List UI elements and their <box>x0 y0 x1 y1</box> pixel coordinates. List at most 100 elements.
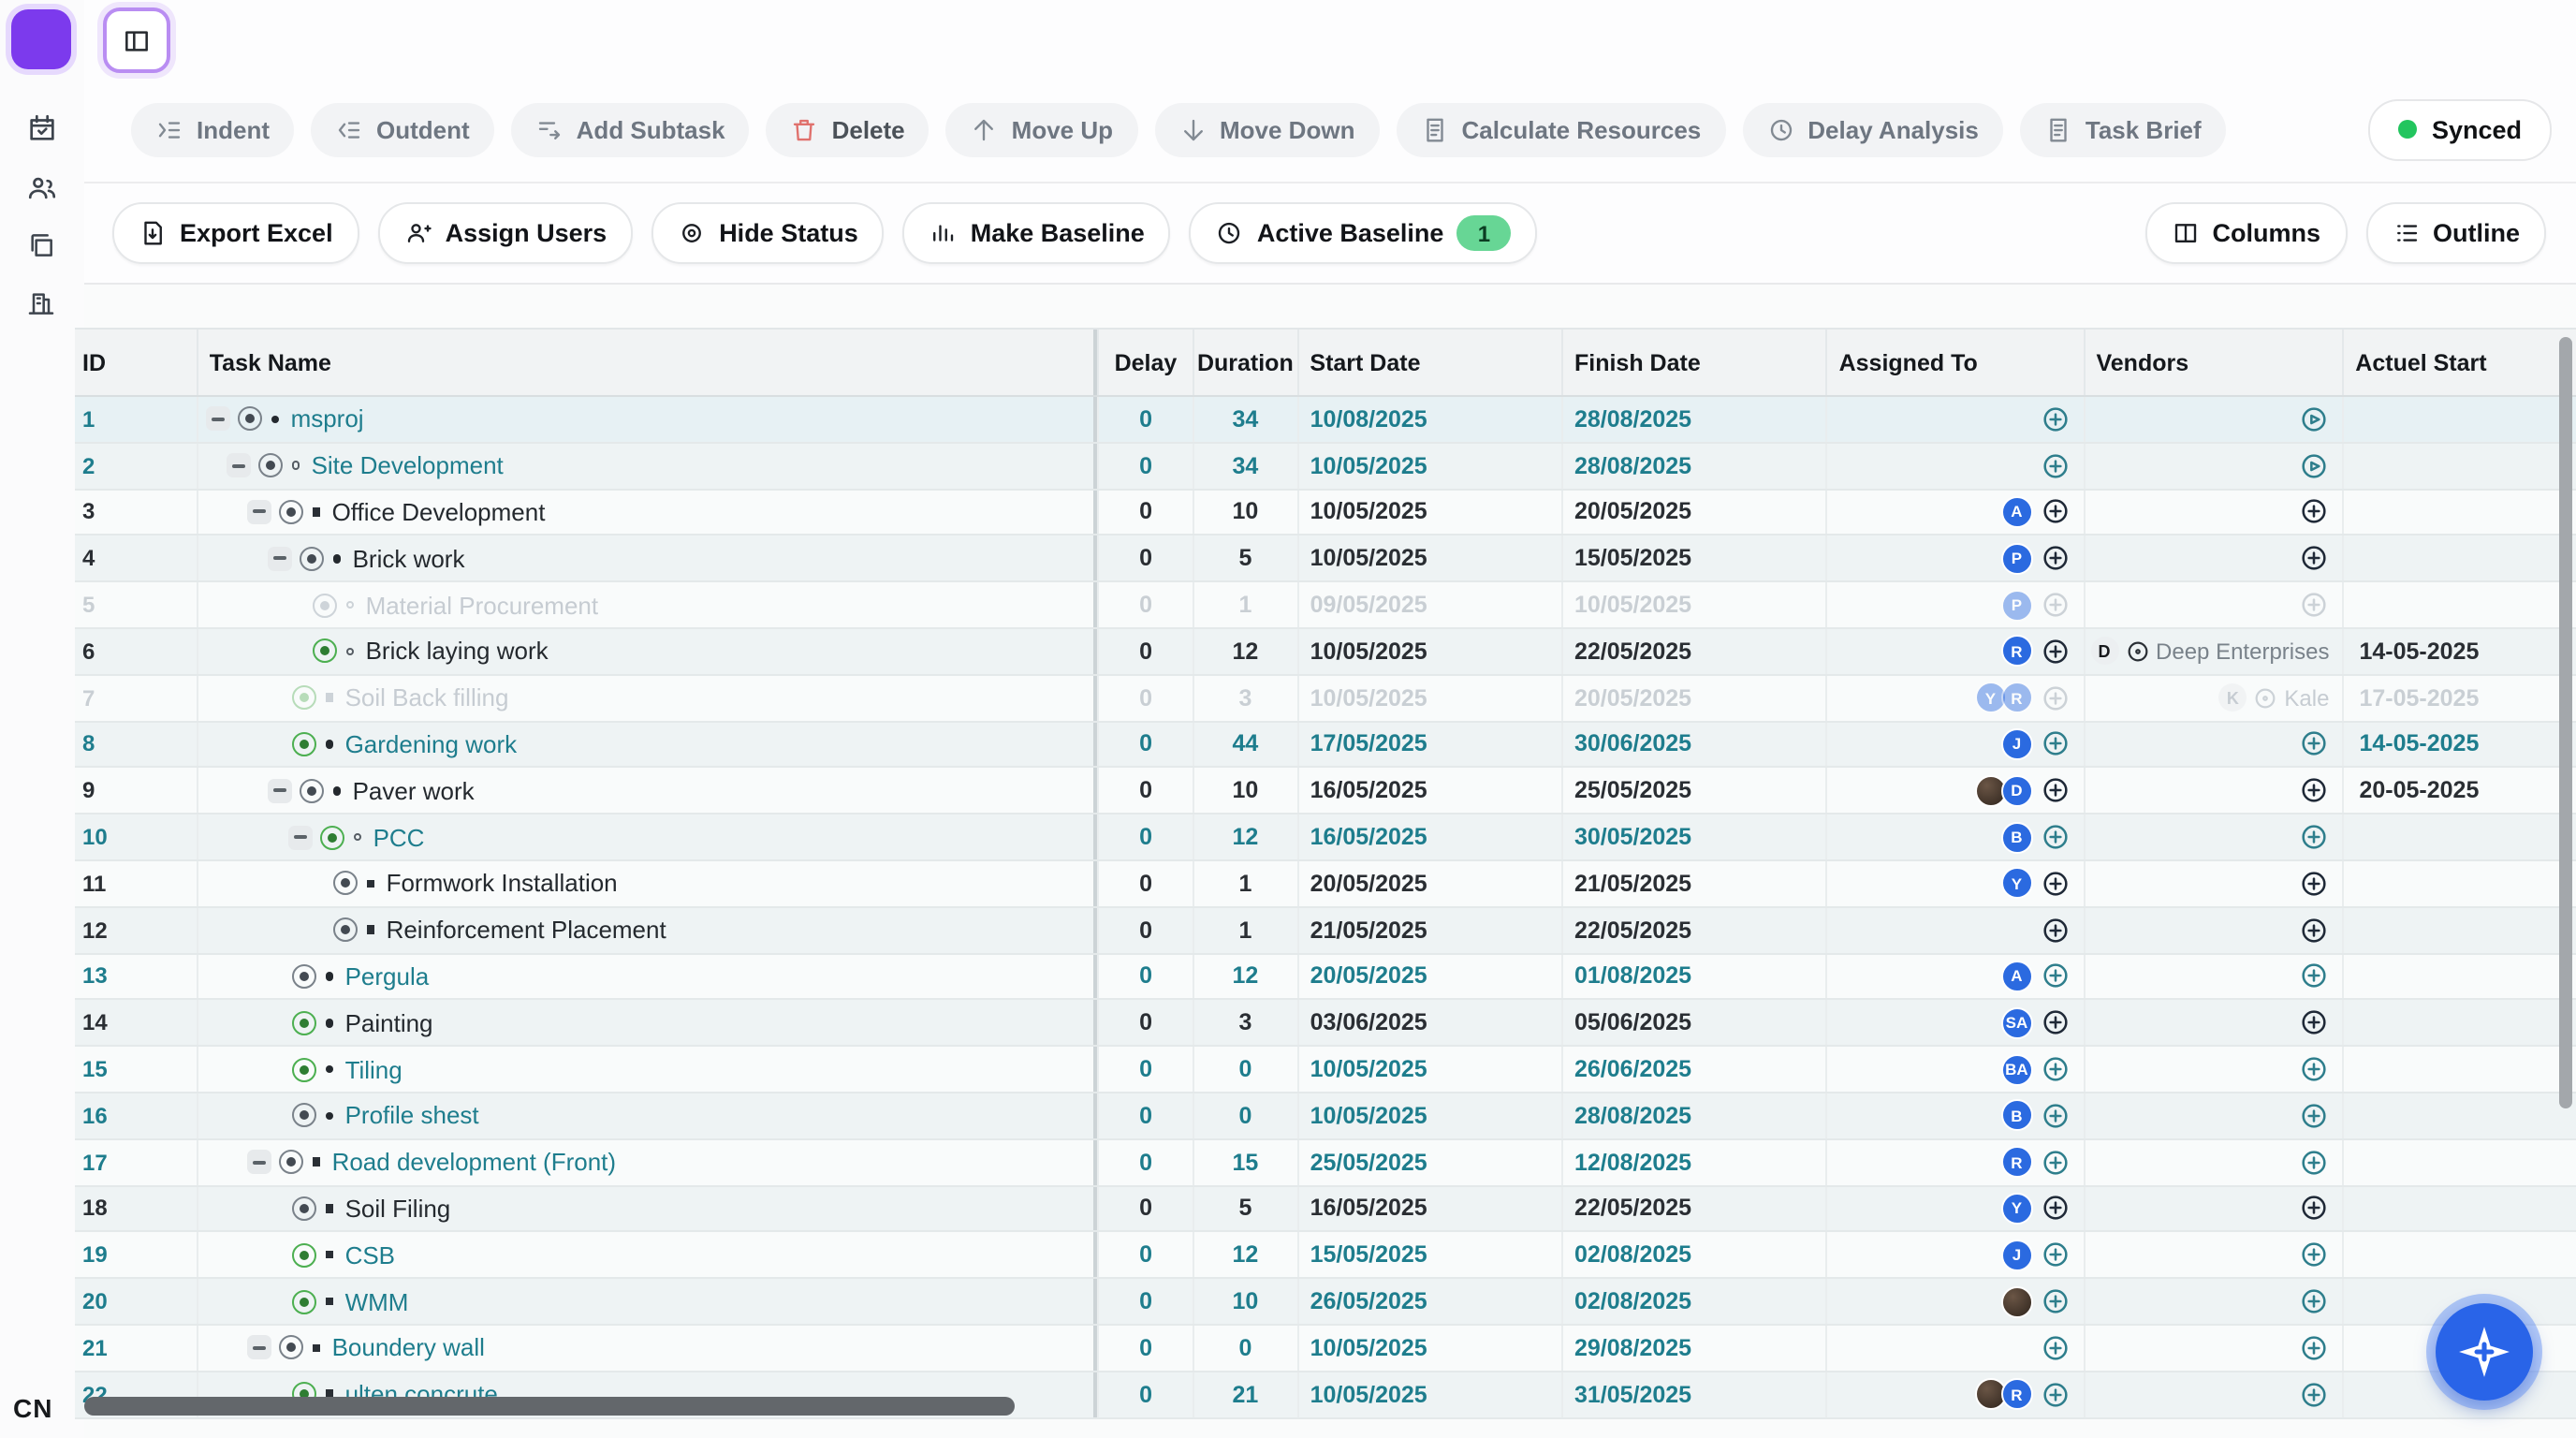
collapse-button[interactable] <box>247 1150 271 1174</box>
task-row-2[interactable]: 2Site Development03410/05/202528/08/2025 <box>75 444 2576 491</box>
assignee-avatar[interactable]: B <box>2000 1100 2032 1132</box>
finish-date-value[interactable]: 01/08/2025 <box>1563 963 1691 990</box>
finish-date-value[interactable]: 20/05/2025 <box>1563 684 1691 711</box>
start-date-value[interactable]: 10/05/2025 <box>1299 452 1427 478</box>
column-header-vendors[interactable]: Vendors <box>2083 330 2342 395</box>
collapse-button[interactable] <box>206 407 230 432</box>
vendor-chip[interactable]: KKale <box>2218 683 2329 712</box>
start-date-value[interactable]: 16/05/2025 <box>1299 1196 1427 1222</box>
add-assignee-button[interactable] <box>2040 637 2070 667</box>
task-name[interactable]: Soil Back filling <box>345 683 509 712</box>
add-assignee-button[interactable] <box>2040 1333 2070 1363</box>
org-icon[interactable] <box>22 285 60 322</box>
task-name[interactable]: Boundery wall <box>332 1334 485 1362</box>
assignee-avatar[interactable]: BA <box>2000 1053 2032 1085</box>
task-row-4[interactable]: 4Brick work0510/05/202515/05/2025P <box>75 536 2576 583</box>
assignee-avatar[interactable]: R <box>2000 1146 2032 1178</box>
add-vendor-button[interactable] <box>2299 1286 2329 1316</box>
assignee-avatar[interactable]: Y <box>2000 868 2032 900</box>
task-row-15[interactable]: 15Tiling0010/05/202526/06/2025BA <box>75 1047 2576 1093</box>
task-row-3[interactable]: 3Office Development01010/05/202520/05/20… <box>75 490 2576 536</box>
add-vendor-button[interactable] <box>2299 1101 2329 1131</box>
add-assignee-button[interactable] <box>2040 1379 2070 1409</box>
add-vendor-button[interactable] <box>2299 1333 2329 1363</box>
assignee-avatar[interactable]: R <box>2000 636 2032 668</box>
sync-status-badge[interactable]: Synced <box>2368 98 2552 160</box>
add-vendor-button[interactable] <box>2299 544 2329 574</box>
columns-button[interactable]: Columns <box>2144 202 2347 264</box>
task-name[interactable]: Tiling <box>345 1055 402 1083</box>
assignee-avatar[interactable] <box>2000 1285 2032 1317</box>
finish-date-value[interactable]: 29/08/2025 <box>1563 1335 1691 1361</box>
start-date-value[interactable]: 10/08/2025 <box>1299 406 1427 433</box>
add-vendor-button[interactable] <box>2299 1008 2329 1038</box>
status-icon[interactable] <box>300 547 324 571</box>
start-date-value[interactable]: 10/05/2025 <box>1299 546 1427 572</box>
task-name[interactable]: Site Development <box>312 451 504 479</box>
start-date-value[interactable]: 16/05/2025 <box>1299 824 1427 850</box>
start-date-value[interactable]: 10/05/2025 <box>1299 684 1427 711</box>
column-header-actuel-start[interactable]: Actuel Start <box>2342 330 2576 395</box>
finish-date-value[interactable]: 28/08/2025 <box>1563 452 1691 478</box>
task-name[interactable]: Brick laying work <box>366 638 549 666</box>
task-name[interactable]: Paver work <box>353 777 475 805</box>
start-date-value[interactable]: 25/05/2025 <box>1299 1149 1427 1175</box>
finish-date-value[interactable]: 21/05/2025 <box>1563 871 1691 897</box>
task-brief-button[interactable]: Task Brief <box>2020 102 2226 156</box>
column-header-finish-date[interactable]: Finish Date <box>1561 330 1826 395</box>
add-vendor-button[interactable] <box>2299 1240 2329 1269</box>
add-vendor-button[interactable] <box>2299 915 2329 945</box>
hide-status-button[interactable]: Hide Status <box>651 202 885 264</box>
finish-date-value[interactable]: 30/06/2025 <box>1563 731 1691 757</box>
indent-button[interactable]: Indent <box>131 102 294 156</box>
column-header-delay[interactable]: Delay <box>1098 330 1193 395</box>
active-baseline-button[interactable]: Active Baseline1 <box>1190 202 1538 264</box>
add-assignee-button[interactable] <box>2040 682 2070 712</box>
start-date-value[interactable]: 10/05/2025 <box>1299 1103 1427 1129</box>
add-assignee-button[interactable] <box>2040 1240 2070 1269</box>
status-icon[interactable] <box>300 779 324 803</box>
task-row-17[interactable]: 17Road development (Front)01525/05/20251… <box>75 1140 2576 1187</box>
make-baseline-button[interactable]: Make Baseline <box>903 202 1171 264</box>
vendor-play-button[interactable] <box>2299 450 2329 480</box>
task-row-10[interactable]: 10PCC01216/05/202530/05/2025B <box>75 814 2576 861</box>
status-icon[interactable] <box>313 639 337 664</box>
start-date-value[interactable]: 21/05/2025 <box>1299 917 1427 943</box>
finish-date-value[interactable]: 15/05/2025 <box>1563 546 1691 572</box>
collapse-button[interactable] <box>247 1336 271 1360</box>
start-date-value[interactable]: 03/06/2025 <box>1299 1010 1427 1036</box>
add-assignee-button[interactable] <box>2040 1054 2070 1084</box>
task-row-1[interactable]: 1msproj03410/08/202528/08/2025 <box>75 397 2576 444</box>
finish-date-value[interactable]: 02/08/2025 <box>1563 1241 1691 1268</box>
task-row-9[interactable]: 9Paver work01016/05/202525/05/2025D20-05… <box>75 769 2576 815</box>
move-down-button[interactable]: Move Down <box>1154 102 1379 156</box>
add-assignee-button[interactable] <box>2040 961 2070 991</box>
add-assignee-button[interactable] <box>2040 729 2070 759</box>
add-assignee-button[interactable] <box>2040 822 2070 852</box>
assignee-avatar[interactable]: P <box>2000 589 2032 621</box>
task-name[interactable]: msproj <box>291 405 364 433</box>
delete-button[interactable]: Delete <box>767 102 929 156</box>
vendor-play-button[interactable] <box>2299 404 2329 434</box>
add-vendor-button[interactable] <box>2299 590 2329 620</box>
add-vendor-button[interactable] <box>2299 869 2329 899</box>
task-name[interactable]: Gardening work <box>345 730 518 758</box>
tasks-calendar-icon[interactable] <box>22 109 60 146</box>
status-icon[interactable] <box>313 593 337 617</box>
task-name[interactable]: Painting <box>345 1009 433 1037</box>
task-row-5[interactable]: 5Material Procurement0109/05/202510/05/2… <box>75 582 2576 629</box>
column-header-duration[interactable]: Duration <box>1192 330 1296 395</box>
finish-date-value[interactable]: 02/08/2025 <box>1563 1288 1691 1314</box>
collapse-button[interactable] <box>288 825 313 849</box>
start-date-value[interactable]: 10/05/2025 <box>1299 1381 1427 1407</box>
add-assignee-button[interactable] <box>2040 776 2070 806</box>
add-assignee-button[interactable] <box>2040 915 2070 945</box>
outdent-button[interactable]: Outdent <box>311 102 494 156</box>
status-icon[interactable] <box>292 964 316 989</box>
horizontal-scrollbar[interactable] <box>84 1397 1015 1416</box>
assignee-avatar[interactable]: D <box>2000 775 2032 807</box>
start-date-value[interactable]: 09/05/2025 <box>1299 592 1427 618</box>
finish-date-value[interactable]: 12/08/2025 <box>1563 1149 1691 1175</box>
ai-assistant-fab[interactable] <box>2436 1303 2533 1401</box>
status-icon[interactable] <box>279 500 303 524</box>
